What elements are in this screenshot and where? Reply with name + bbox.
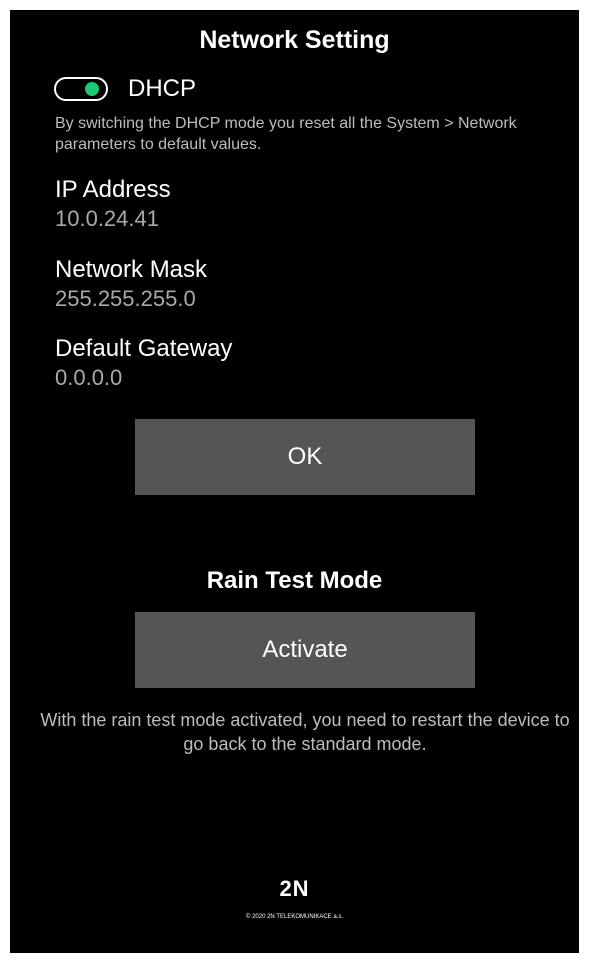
brand-logo: 2N bbox=[279, 876, 310, 901]
ip-address-value: 10.0.24.41 bbox=[55, 206, 159, 231]
default-gateway-field: Default Gateway 0.0.0.0 bbox=[55, 334, 555, 392]
dhcp-label: DHCP bbox=[128, 75, 197, 102]
dhcp-row: DHCP bbox=[54, 74, 196, 104]
network-mask-label: Network Mask bbox=[55, 256, 208, 283]
ok-button[interactable]: OK bbox=[135, 419, 475, 495]
page-title: Network Setting bbox=[199, 26, 390, 54]
network-mask-value: 255.255.255.0 bbox=[55, 286, 196, 311]
default-gateway-label: Default Gateway bbox=[55, 335, 233, 362]
copyright-text: © 2020 2N TELEKOMUNIKACE a.s. bbox=[245, 914, 343, 920]
toggle-knob bbox=[85, 82, 99, 96]
activate-button[interactable]: Activate bbox=[135, 612, 475, 688]
ip-address-field: IP Address 10.0.24.41 bbox=[55, 175, 555, 233]
dhcp-toggle[interactable] bbox=[54, 77, 108, 101]
network-mask-field: Network Mask 255.255.255.0 bbox=[55, 255, 555, 313]
default-gateway-value: 0.0.0.0 bbox=[55, 365, 123, 390]
rain-test-note: With the rain test mode activated, you n… bbox=[40, 710, 570, 754]
ip-address-label: IP Address bbox=[55, 176, 171, 203]
dhcp-hint: By switching the DHCP mode you reset all… bbox=[55, 115, 517, 153]
device-screen: Network Setting DHCP By switching the DH… bbox=[10, 10, 579, 953]
rain-test-title: Rain Test Mode bbox=[206, 567, 383, 594]
